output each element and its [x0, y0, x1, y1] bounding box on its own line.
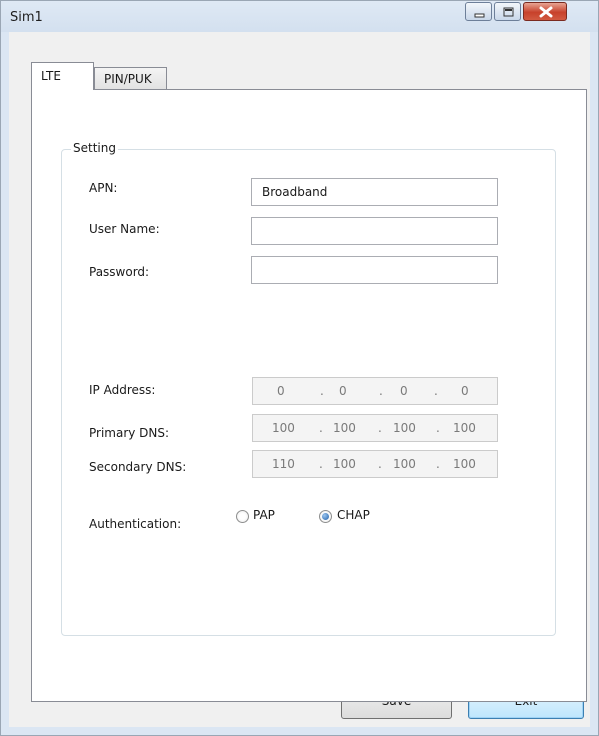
secondary-dns-octet-4: 100 [453, 457, 476, 471]
tab-panel-lte: Setting APN: User Name: Password: IP Add… [31, 89, 587, 702]
primary-dns-octet-2: 100 [333, 421, 356, 435]
ip-octet-3: 0 [400, 384, 408, 398]
dialog-client-area: LTE PIN/PUK Setting APN: User Name: Pass… [9, 32, 590, 727]
pap-radio-label[interactable]: PAP [253, 508, 275, 522]
ip-octet-4: 0 [461, 384, 469, 398]
close-button[interactable] [523, 2, 567, 21]
password-input[interactable] [251, 256, 498, 284]
primary-dns-octet-3: 100 [393, 421, 416, 435]
user-name-input[interactable] [251, 217, 498, 245]
tab-lte-label: LTE [41, 69, 61, 83]
secondary-dns-label: Secondary DNS: [89, 460, 187, 474]
authentication-label: Authentication: [89, 517, 182, 531]
user-name-label: User Name: [89, 222, 160, 236]
secondary-dns-octet-1: 110 [272, 457, 295, 471]
ip-octet-2: 0 [339, 384, 347, 398]
setting-group-title: Setting [71, 141, 118, 155]
chap-radio-selected-dot [322, 513, 329, 520]
ip-octet-1: 0 [277, 384, 285, 398]
minimize-icon [474, 13, 485, 18]
primary-dns-octet-4: 100 [453, 421, 476, 435]
chap-radio[interactable] [319, 510, 332, 523]
maximize-icon [503, 7, 514, 17]
secondary-dns-octet-3: 100 [393, 457, 416, 471]
ip-address-label: IP Address: [89, 383, 156, 397]
primary-dns-field: 100 . 100 . 100 . 100 [252, 414, 498, 442]
apn-label: APN: [89, 181, 118, 195]
dialog-window: Sim1 LTE PIN/PUK Setting APN: Broadband … [0, 0, 599, 736]
primary-dns-octet-1: 100 [272, 421, 295, 435]
apn-input[interactable] [251, 178, 498, 206]
minimize-button[interactable] [465, 2, 492, 21]
tab-lte[interactable]: LTE [31, 62, 94, 90]
secondary-dns-octet-2: 100 [333, 457, 356, 471]
pap-radio[interactable] [236, 510, 249, 523]
primary-dns-label: Primary DNS: [89, 426, 170, 440]
close-icon [539, 6, 553, 18]
window-title: Sim1 [10, 10, 43, 25]
tab-pin-puk-label: PIN/PUK [104, 72, 152, 86]
ip-address-field: 0 . 0 . 0 . 0 [252, 377, 498, 405]
title-bar[interactable]: Sim1 [1, 1, 598, 32]
password-label: Password: [89, 265, 150, 279]
maximize-button[interactable] [494, 2, 521, 21]
chap-radio-label[interactable]: CHAP [337, 508, 370, 522]
setting-groupbox: Setting APN: User Name: Password: IP Add… [61, 141, 556, 636]
secondary-dns-field: 110 . 100 . 100 . 100 [252, 450, 498, 478]
tab-pin-puk[interactable]: PIN/PUK [94, 67, 167, 90]
